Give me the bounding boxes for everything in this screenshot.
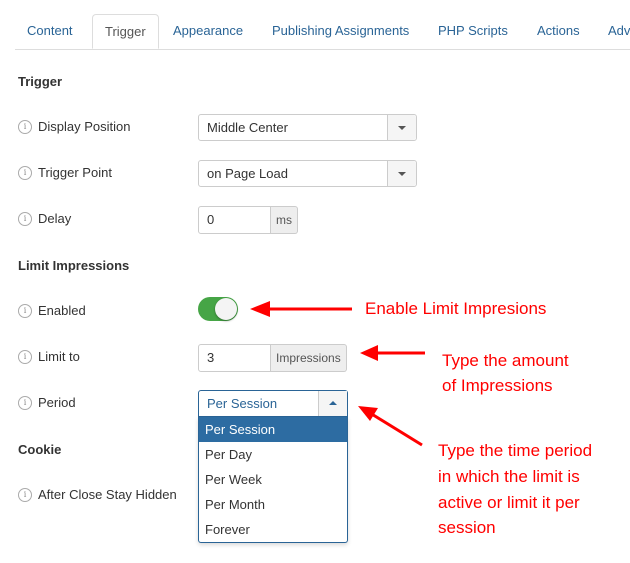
annotation-enable: Enable Limit Impresions xyxy=(365,299,547,318)
annotation-period-line2: in which the limit is xyxy=(438,467,580,486)
arrow-period xyxy=(358,406,423,447)
annotation-period-line4: session xyxy=(438,518,496,537)
annotation-amount-line1: Type the amount xyxy=(442,351,569,370)
arrow-amount xyxy=(360,345,425,361)
annotation-period-line1: Type the time period xyxy=(438,441,593,460)
arrow-enable xyxy=(250,301,352,317)
annotation-period-line3: active or limit it per xyxy=(438,493,580,512)
annotation-amount-line2: of Impressions xyxy=(442,376,553,395)
